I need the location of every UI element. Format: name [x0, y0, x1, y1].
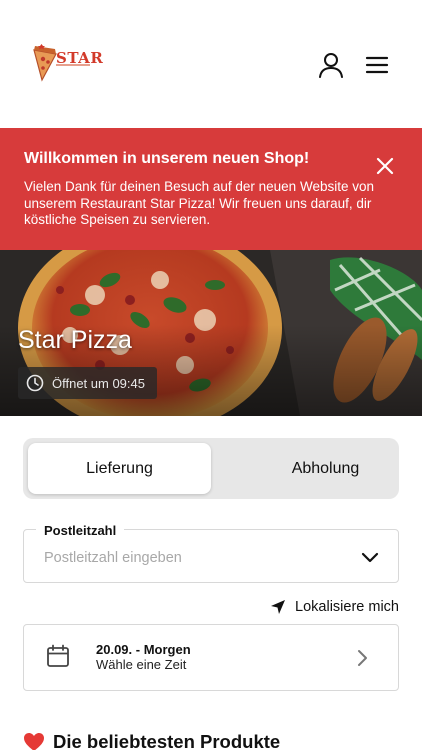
banner-title: Willkommen in unserem neuen Shop!	[24, 150, 310, 167]
popular-products-title: Die beliebtesten Produkte	[53, 731, 281, 750]
welcome-banner: Willkommen in unserem neuen Shop! Vielen…	[0, 128, 422, 250]
heart-icon	[24, 733, 44, 750]
locate-me-label: Lokalisiere mich	[295, 599, 399, 615]
restaurant-name: Star Pizza	[18, 326, 132, 354]
locate-me-button[interactable]: Lokalisiere mich	[270, 599, 399, 615]
order-mode-toggle: Lieferung Abholung	[23, 438, 399, 499]
time-slot-date: 20.09. - Morgen	[96, 642, 191, 657]
banner-text: Vielen Dank für deinen Besuch auf der ne…	[24, 179, 374, 227]
zip-code-placeholder[interactable]: Postleitzahl eingeben	[44, 550, 182, 566]
chevron-right-icon[interactable]	[356, 649, 368, 667]
popular-products-heading: Die beliebtesten Produkte	[23, 731, 280, 750]
location-arrow-icon	[271, 600, 286, 614]
logo-underline	[56, 64, 90, 66]
hero-image: Star Pizza Öffnet um 09:45	[0, 250, 422, 416]
tab-lieferung[interactable]: Lieferung	[28, 443, 211, 494]
user-icon[interactable]	[318, 52, 344, 78]
clock-icon	[26, 374, 44, 392]
time-slot-selector[interactable]	[23, 624, 399, 691]
close-icon[interactable]	[374, 155, 396, 177]
chevron-down-icon[interactable]	[361, 551, 379, 565]
time-slot-hint: Wähle eine Zeit	[96, 657, 187, 672]
opening-status-badge: Öffnet um 09:45	[18, 367, 157, 399]
opening-status-text: Öffnet um 09:45	[52, 375, 145, 391]
calendar-icon	[47, 644, 69, 667]
logo[interactable]: STAR	[30, 44, 103, 82]
tab-abholung[interactable]: Abholung	[234, 443, 417, 494]
zip-code-label: Postleitzahl	[36, 523, 125, 538]
header: STAR	[0, 0, 422, 128]
hamburger-menu-icon[interactable]	[365, 55, 389, 75]
